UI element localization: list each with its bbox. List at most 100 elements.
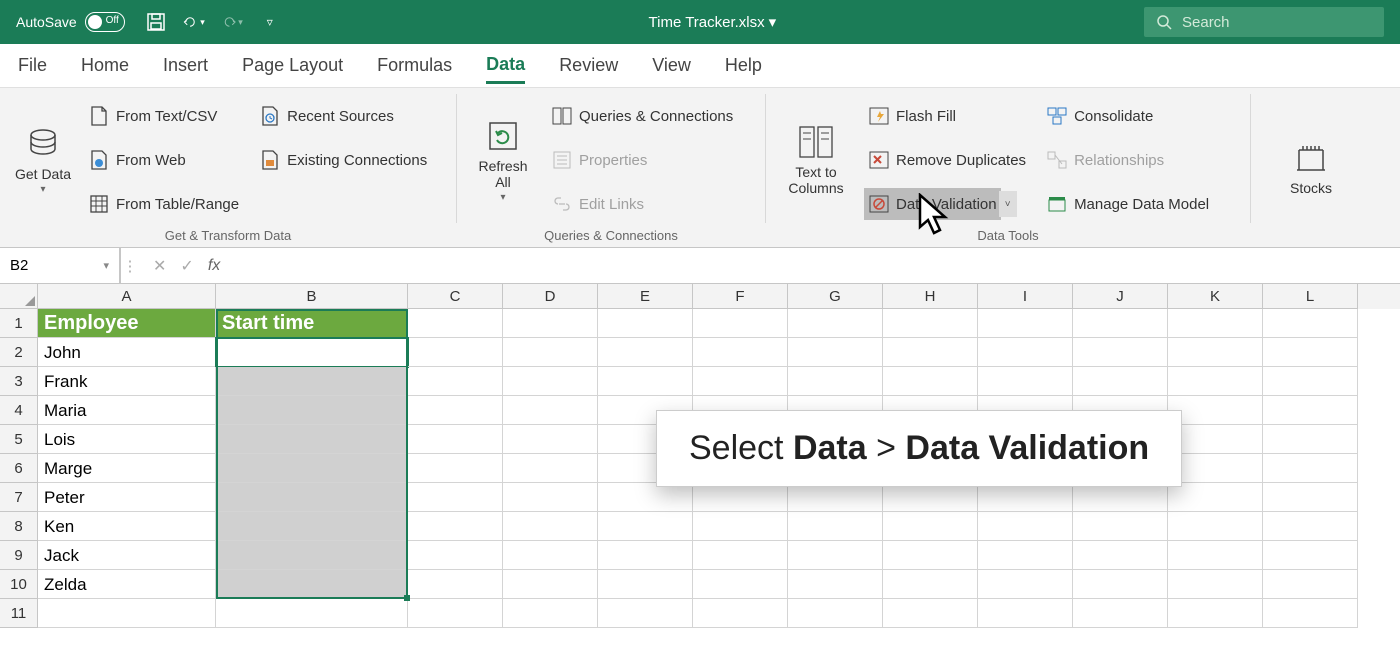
- row-header[interactable]: 8: [0, 512, 38, 541]
- cell[interactable]: [693, 309, 788, 338]
- row-header[interactable]: 3: [0, 367, 38, 396]
- cell[interactable]: [693, 338, 788, 367]
- cell[interactable]: [503, 338, 598, 367]
- cell[interactable]: [1263, 309, 1358, 338]
- tab-insert[interactable]: Insert: [163, 49, 208, 82]
- cell[interactable]: [598, 570, 693, 599]
- refresh-all-button[interactable]: Refresh All ▾: [465, 92, 541, 228]
- cell[interactable]: [38, 599, 216, 628]
- tab-file[interactable]: File: [18, 49, 47, 82]
- existing-connections-button[interactable]: Existing Connections: [255, 144, 431, 176]
- cell[interactable]: [598, 309, 693, 338]
- cell[interactable]: Maria: [38, 396, 216, 425]
- cell[interactable]: [883, 338, 978, 367]
- cell[interactable]: [1073, 483, 1168, 512]
- col-header[interactable]: F: [693, 284, 788, 309]
- cell[interactable]: [503, 483, 598, 512]
- tab-help[interactable]: Help: [725, 49, 762, 82]
- active-cell[interactable]: [216, 338, 408, 367]
- cell[interactable]: [978, 570, 1073, 599]
- remove-duplicates-button[interactable]: Remove Duplicates: [864, 144, 1030, 176]
- cell[interactable]: [503, 425, 598, 454]
- cell[interactable]: [408, 309, 503, 338]
- cell[interactable]: [408, 541, 503, 570]
- from-table-range-button[interactable]: From Table/Range: [84, 188, 243, 220]
- cell[interactable]: [978, 599, 1073, 628]
- redo-icon[interactable]: ▾: [221, 11, 243, 33]
- cell[interactable]: [216, 367, 408, 396]
- cell[interactable]: [883, 599, 978, 628]
- cell[interactable]: [598, 512, 693, 541]
- col-header[interactable]: E: [598, 284, 693, 309]
- cell[interactable]: [1263, 541, 1358, 570]
- cell[interactable]: [503, 512, 598, 541]
- cell[interactable]: [693, 483, 788, 512]
- cell[interactable]: [1073, 512, 1168, 541]
- cell[interactable]: [408, 425, 503, 454]
- cell[interactable]: [1168, 338, 1263, 367]
- tab-formulas[interactable]: Formulas: [377, 49, 452, 82]
- cell[interactable]: [788, 512, 883, 541]
- cell[interactable]: [216, 483, 408, 512]
- cell[interactable]: [1073, 570, 1168, 599]
- cell[interactable]: [1073, 541, 1168, 570]
- cell[interactable]: [503, 541, 598, 570]
- col-header[interactable]: K: [1168, 284, 1263, 309]
- cell[interactable]: [883, 570, 978, 599]
- select-all-corner[interactable]: [0, 284, 38, 309]
- cell[interactable]: [883, 512, 978, 541]
- save-icon[interactable]: [145, 11, 167, 33]
- col-header[interactable]: L: [1263, 284, 1358, 309]
- cell[interactable]: [598, 483, 693, 512]
- cell[interactable]: Frank: [38, 367, 216, 396]
- queries-connections-button[interactable]: Queries & Connections: [547, 100, 737, 132]
- cell[interactable]: [693, 541, 788, 570]
- text-to-columns-button[interactable]: Text to Columns: [774, 92, 858, 228]
- tab-review[interactable]: Review: [559, 49, 618, 82]
- cell[interactable]: [883, 367, 978, 396]
- cell[interactable]: [216, 541, 408, 570]
- cell[interactable]: [408, 483, 503, 512]
- enter-icon[interactable]: ✓: [180, 256, 193, 276]
- cell[interactable]: [883, 483, 978, 512]
- cell[interactable]: [598, 338, 693, 367]
- cell[interactable]: [216, 512, 408, 541]
- cell[interactable]: [216, 396, 408, 425]
- cell[interactable]: Marge: [38, 454, 216, 483]
- cell[interactable]: [216, 570, 408, 599]
- col-header[interactable]: H: [883, 284, 978, 309]
- cell[interactable]: Employee: [38, 309, 216, 338]
- cell[interactable]: [408, 599, 503, 628]
- col-header[interactable]: D: [503, 284, 598, 309]
- cell[interactable]: [978, 483, 1073, 512]
- cell[interactable]: [1168, 454, 1263, 483]
- cell[interactable]: John: [38, 338, 216, 367]
- cell[interactable]: [1168, 425, 1263, 454]
- get-data-button[interactable]: Get Data ▾: [8, 92, 78, 228]
- tab-data[interactable]: Data: [486, 48, 525, 84]
- cell[interactable]: [408, 512, 503, 541]
- cell[interactable]: [408, 396, 503, 425]
- tab-home[interactable]: Home: [81, 49, 129, 82]
- cell[interactable]: [408, 338, 503, 367]
- row-header[interactable]: 11: [0, 599, 38, 628]
- cell[interactable]: [1168, 599, 1263, 628]
- cell[interactable]: [1073, 309, 1168, 338]
- col-header[interactable]: C: [408, 284, 503, 309]
- cell[interactable]: [788, 309, 883, 338]
- cell[interactable]: [693, 512, 788, 541]
- cell[interactable]: [598, 541, 693, 570]
- row-header[interactable]: 9: [0, 541, 38, 570]
- cell[interactable]: [1263, 338, 1358, 367]
- row-header[interactable]: 4: [0, 396, 38, 425]
- cell[interactable]: [788, 599, 883, 628]
- col-header[interactable]: G: [788, 284, 883, 309]
- row-header[interactable]: 10: [0, 570, 38, 599]
- cell[interactable]: [1168, 367, 1263, 396]
- recent-sources-button[interactable]: Recent Sources: [255, 100, 431, 132]
- cell[interactable]: [978, 309, 1073, 338]
- cell[interactable]: [693, 367, 788, 396]
- cell[interactable]: [503, 396, 598, 425]
- cell[interactable]: [1263, 454, 1358, 483]
- cell[interactable]: [883, 309, 978, 338]
